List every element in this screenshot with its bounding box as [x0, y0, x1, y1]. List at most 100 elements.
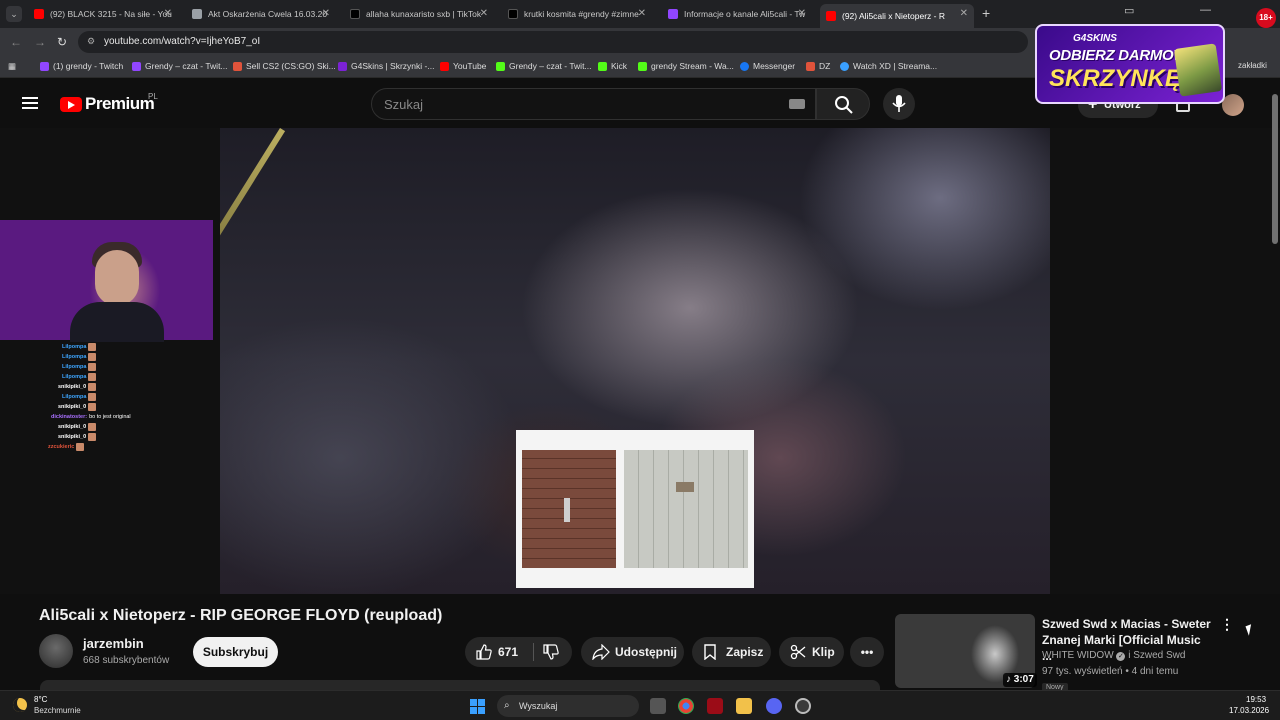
bookmark[interactable]: Messenger: [740, 61, 795, 71]
scrollbar-thumb[interactable]: [1272, 94, 1278, 244]
youtube-premium-logo[interactable]: Premium: [60, 94, 155, 114]
taskbar-search[interactable]: ⌕ Wyszukaj: [497, 695, 639, 717]
clock-time: 19:53: [1246, 695, 1267, 704]
subscribe-button[interactable]: Subskrybuj: [193, 637, 278, 667]
thumbs-down-icon[interactable]: [543, 644, 559, 660]
weather-moon-icon[interactable]: [13, 698, 27, 712]
bookmark[interactable]: G4Skins | Skrzynki -...: [338, 61, 434, 71]
keyboard-icon[interactable]: [789, 99, 805, 109]
browser-tab[interactable]: (92) BLACK 3215 - Na siłe - You ✕: [28, 4, 178, 24]
chrome-icon[interactable]: [678, 698, 694, 714]
description-box[interactable]: [40, 680, 880, 690]
reload-icon[interactable]: ↻: [57, 35, 67, 49]
save-button[interactable]: Zapisz: [692, 637, 771, 667]
like-count[interactable]: 671: [498, 637, 518, 667]
url-field[interactable]: ⚙ youtube.com/watch?v=IjheYoB7_oI: [78, 31, 1028, 53]
weather-description: Bezchmurnie: [34, 706, 81, 715]
discord-icon[interactable]: [766, 698, 782, 714]
chat-message: Lilpompa: [44, 342, 214, 352]
recommended-video-meta: 97 tys. wyświetleń • 4 dni temu: [1042, 666, 1179, 677]
ad-headline-large: SKRZYNKĘ!: [1049, 65, 1190, 92]
bookmark[interactable]: DZ: [806, 61, 830, 71]
share-button[interactable]: Udostępnij: [581, 637, 684, 667]
twitch-icon: [668, 9, 678, 19]
browser-tab[interactable]: Akt Oskarżenia Cwela 16.03.20 ✕: [186, 4, 336, 24]
stream-chat-overlay: Lilpompa Lilpompa Lilpompa Lilpompa snik…: [44, 342, 214, 452]
channel-name[interactable]: jarzembin: [83, 636, 144, 651]
bookmark-label: Grendy – czat - Twit...: [145, 61, 228, 71]
tab-cast-icon[interactable]: ▭: [1124, 4, 1134, 17]
account-avatar[interactable]: [1222, 94, 1244, 116]
site-info-icon[interactable]: ⚙: [87, 36, 95, 47]
new-tab-icon[interactable]: +: [982, 5, 990, 21]
bookmark[interactable]: Grendy – czat - Twit...: [132, 61, 228, 71]
menu-icon[interactable]: [22, 97, 38, 109]
inset-photo-brick: [522, 450, 616, 568]
video-player[interactable]: [220, 128, 1050, 594]
emote-icon: [88, 373, 97, 381]
bookmark[interactable]: Grendy – czat - Twit...: [496, 61, 592, 71]
bookmark-label: Kick: [611, 61, 628, 71]
site-icon: [233, 61, 242, 71]
microphone-icon: [892, 95, 906, 112]
bookmark[interactable]: Sell CS2 (CS:GO) Ski...: [233, 61, 336, 71]
chat-user: Lilpompa: [62, 394, 87, 400]
bookmark-label: Watch XD | Streama...: [853, 61, 938, 71]
temperature: 8°C: [34, 695, 48, 704]
chat-message: snikipiki_0: [44, 432, 214, 442]
browser-tab[interactable]: krutki kosmita #grendy #zimne ✕: [502, 4, 652, 24]
forward-icon[interactable]: →: [34, 35, 46, 49]
mouse-cursor-icon: [1245, 624, 1255, 636]
browser-tab-active[interactable]: (92) Ali5cali x Nietoperz - R ✕: [820, 4, 974, 28]
close-tab-icon[interactable]: ✕: [960, 8, 968, 19]
recommended-channel[interactable]: WHITE WIDOW ✓ i Szwed Swd: [1042, 650, 1185, 661]
more-actions-button[interactable]: •••: [850, 637, 884, 667]
emote-icon: [88, 353, 97, 361]
g4skins-ad-banner[interactable]: G4SKINS ODBIERZ DARMOWĄ SKRZYNKĘ!: [1035, 24, 1225, 104]
close-tab-icon[interactable]: ✕: [798, 8, 806, 19]
chat-text: bo to jest original: [89, 414, 131, 420]
page-scrollbar[interactable]: [1271, 84, 1279, 690]
search-icon: ⌕: [504, 700, 510, 711]
task-view-icon[interactable]: [650, 698, 666, 714]
close-tab-icon[interactable]: ✕: [638, 8, 646, 19]
bookmark[interactable]: grendy Stream - Wa...: [638, 61, 734, 71]
search-input[interactable]: Szukaj: [371, 88, 816, 120]
close-tab-icon[interactable]: ✕: [322, 8, 330, 19]
chat-message: Lilpompa: [44, 372, 214, 382]
minimize-icon[interactable]: —: [1200, 4, 1211, 16]
file-explorer-icon[interactable]: [736, 698, 752, 714]
chat-message: snikipiki_0: [44, 402, 214, 412]
more-vertical-icon[interactable]: ⋮: [1220, 616, 1234, 633]
bookmark[interactable]: Kick: [598, 61, 627, 71]
bookmark[interactable]: YouTube: [440, 61, 486, 71]
close-tab-icon[interactable]: ✕: [480, 8, 488, 19]
chat-message: snikipiki_0: [44, 422, 214, 432]
browser-tab[interactable]: Informacje o kanale Ali5cali - Tw ✕: [662, 4, 812, 24]
back-icon[interactable]: ←: [10, 35, 22, 49]
more-horizontal-icon: •••: [860, 645, 874, 659]
screen: ⌄ (92) BLACK 3215 - Na siłe - You ✕ Akt O…: [0, 0, 1280, 720]
windows-start-icon[interactable]: [470, 699, 485, 714]
close-tab-icon[interactable]: ✕: [164, 8, 172, 19]
search-button[interactable]: [816, 88, 870, 120]
page-icon: [192, 9, 202, 19]
kick-icon: [598, 61, 607, 71]
like-divider: [533, 643, 534, 661]
app-icon[interactable]: [707, 698, 723, 714]
age-badge: 18+: [1256, 8, 1276, 28]
thumbs-up-icon[interactable]: [476, 644, 492, 660]
browser-tab[interactable]: allaha kunaxaristo sxb | TikTok ✕: [344, 4, 494, 24]
bookmark[interactable]: (1) grendy - Twitch: [40, 61, 123, 71]
emote-icon: [88, 393, 97, 401]
all-bookmarks-label[interactable]: zakładki: [1238, 61, 1267, 70]
steam-icon[interactable]: [795, 698, 811, 714]
voice-search-button[interactable]: [883, 88, 915, 120]
chat-user: zzcukieric: [48, 444, 75, 450]
youtube-icon: [440, 61, 449, 71]
bookmark[interactable]: Watch XD | Streama...: [840, 61, 937, 71]
apps-grid-icon[interactable]: ▦: [8, 61, 16, 72]
tab-search-button[interactable]: ⌄: [6, 6, 22, 22]
clip-button[interactable]: Klip: [779, 637, 844, 667]
channel-avatar[interactable]: [39, 634, 73, 668]
